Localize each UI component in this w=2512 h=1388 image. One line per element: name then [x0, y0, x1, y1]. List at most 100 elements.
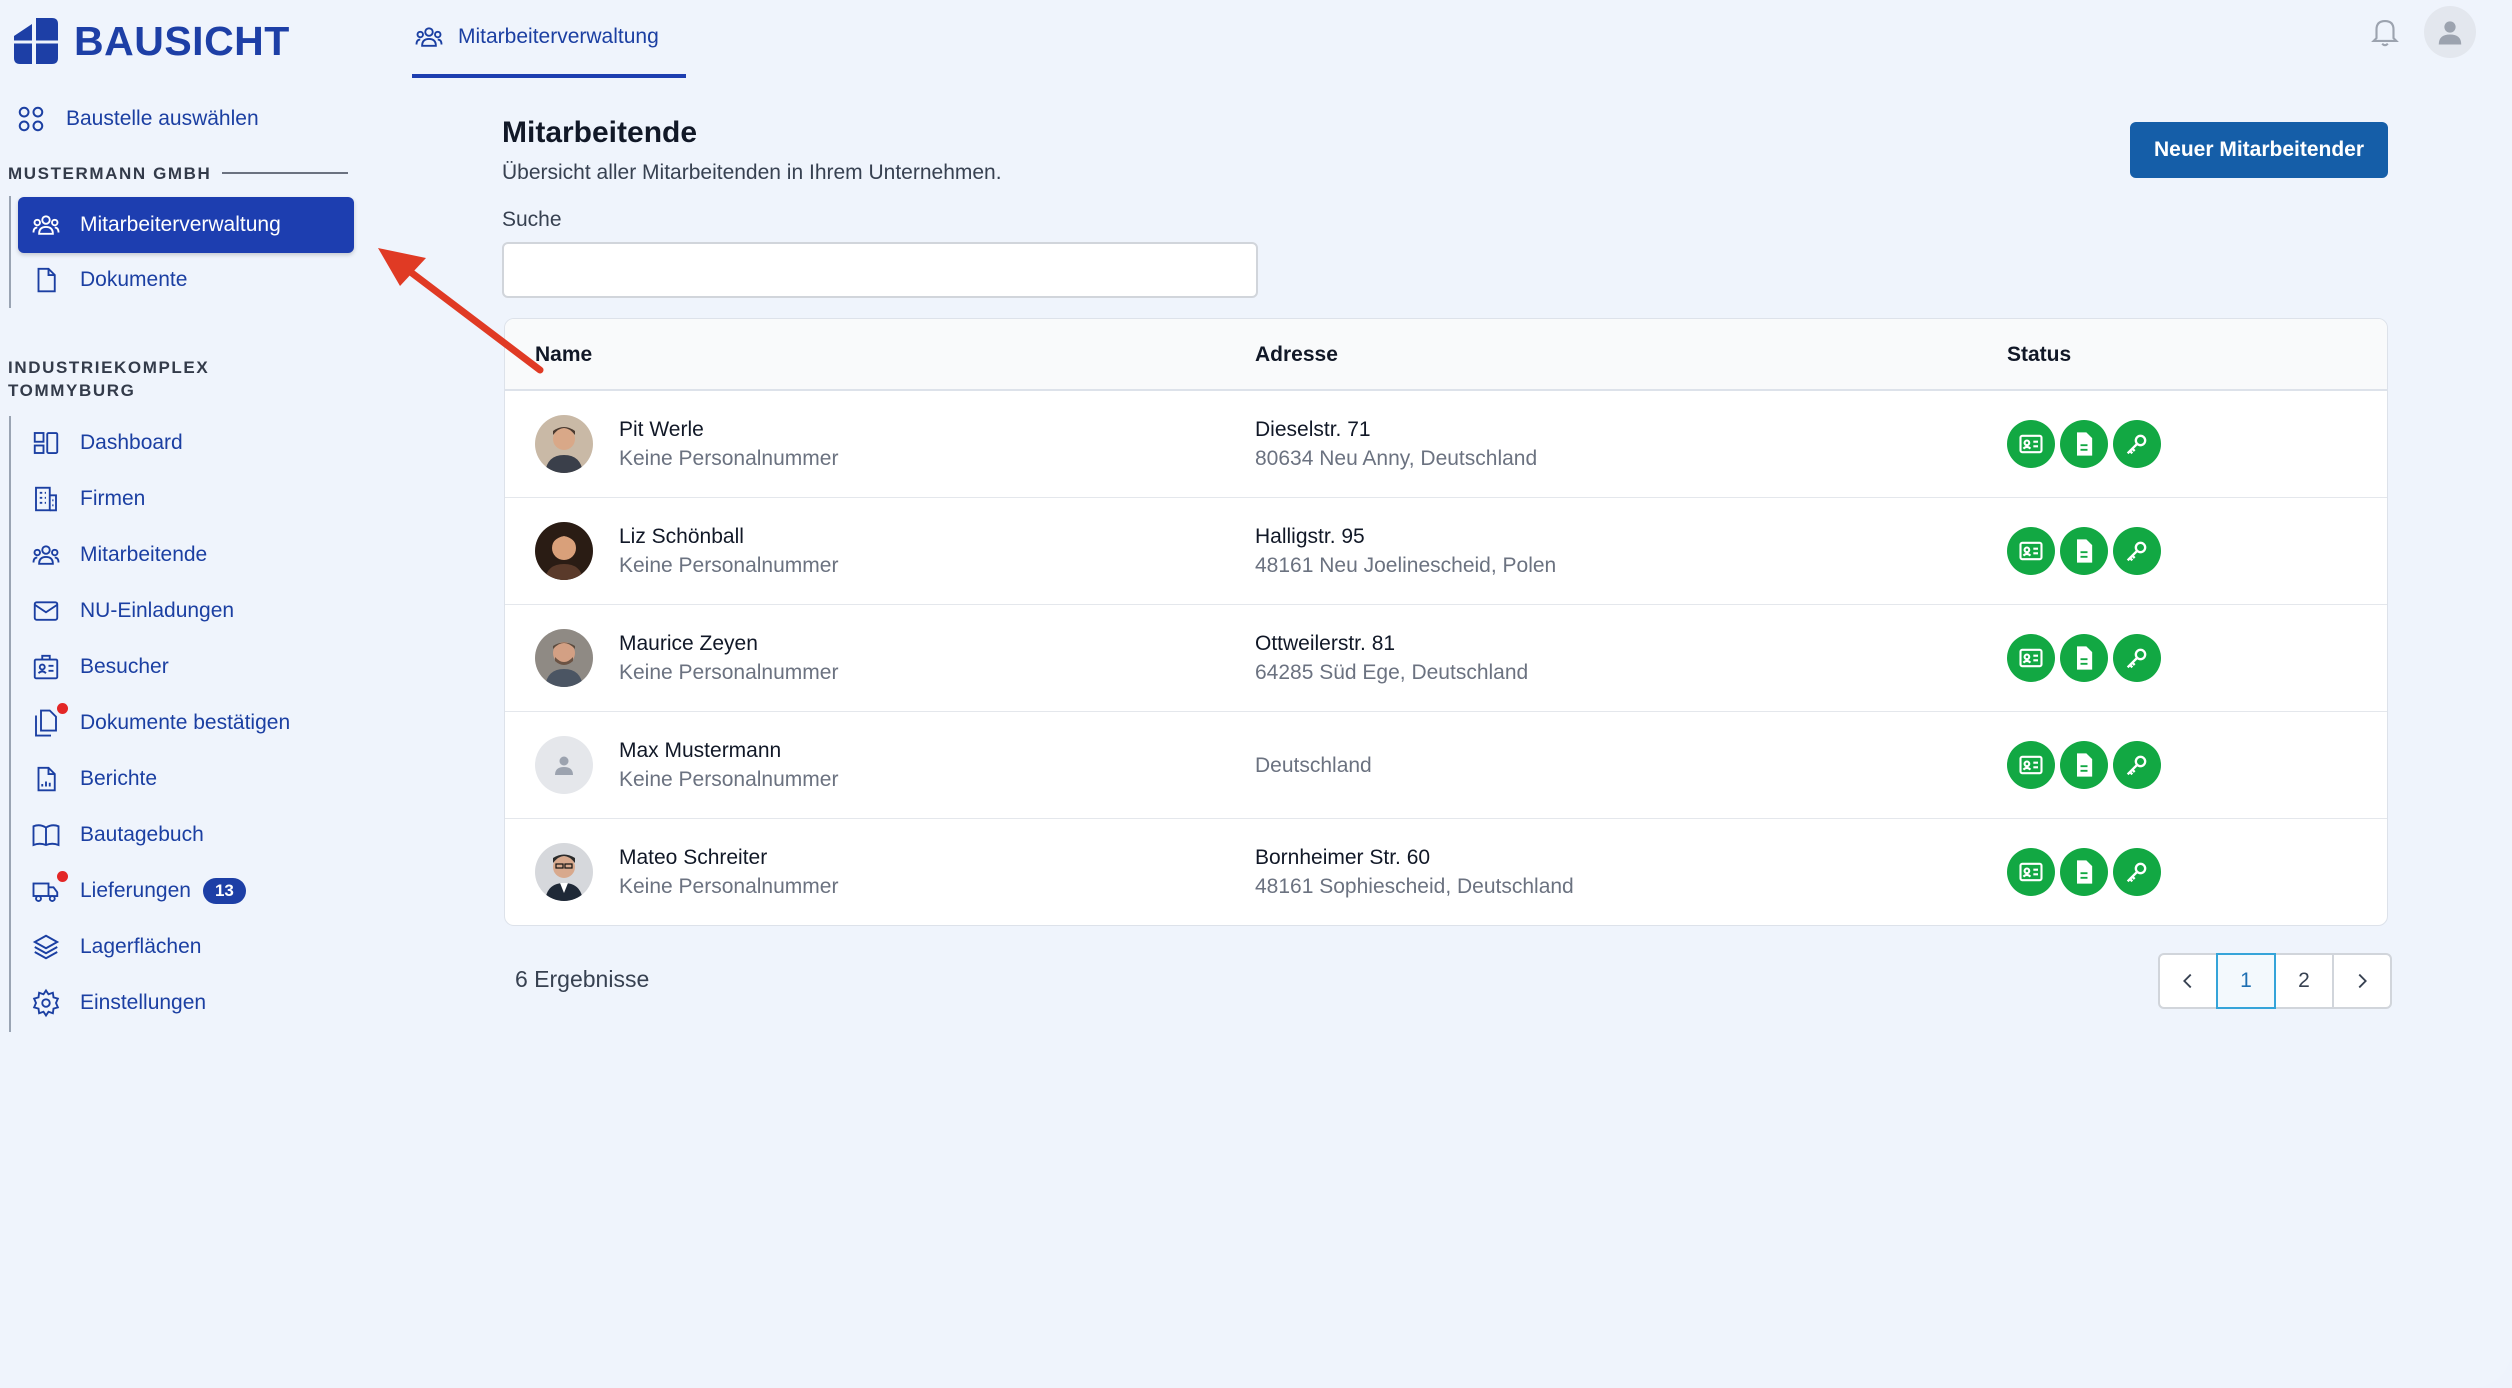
- key-icon[interactable]: [2113, 741, 2161, 789]
- pagination-page-2[interactable]: 2: [2274, 953, 2334, 1009]
- bell-icon[interactable]: [2368, 14, 2402, 48]
- logo[interactable]: BAUSICHT: [12, 16, 290, 66]
- status-icons: [2007, 741, 2161, 789]
- sidebar-item-nu-einladungen[interactable]: NU-Einladungen: [18, 583, 354, 639]
- personnel-number: Keine Personalnummer: [619, 875, 839, 898]
- sidebar-item-dokumente-bestaetigen[interactable]: Dokumente bestätigen: [18, 695, 354, 751]
- sidebar-item-label: Berichte: [80, 767, 158, 790]
- key-icon[interactable]: [2113, 634, 2161, 682]
- layers-icon: [30, 931, 62, 963]
- site-select-link[interactable]: Baustelle auswählen: [16, 104, 259, 134]
- sidebar-item-berichte[interactable]: Berichte: [18, 751, 354, 807]
- address-street: Ottweilerstr. 81: [1255, 632, 1396, 655]
- id-card-icon[interactable]: [2007, 848, 2055, 896]
- notification-dot: [57, 703, 68, 714]
- file-icon[interactable]: [2060, 848, 2108, 896]
- mail-icon: [30, 595, 62, 627]
- id-card-icon[interactable]: [2007, 741, 2055, 789]
- table-row[interactable]: Mateo Schreiter Keine Personalnummer Bor…: [505, 819, 2387, 925]
- notification-dot: [57, 871, 68, 882]
- project-label-line1: INDUSTRIEKOMPLEX: [8, 358, 210, 377]
- file-icon[interactable]: [2060, 634, 2108, 682]
- chevron-left-icon: [2183, 973, 2192, 989]
- pagination-page-1[interactable]: 1: [2216, 953, 2276, 1009]
- address-city: 48161 Neu Joelinescheid, Polen: [1255, 554, 1557, 577]
- file-icon[interactable]: [2060, 420, 2108, 468]
- annotation-arrow-icon: [378, 248, 544, 374]
- id-card-icon[interactable]: [2007, 420, 2055, 468]
- project-nav-line: [9, 416, 11, 1032]
- table-row[interactable]: Maurice Zeyen Keine Personalnummer Ottwe…: [505, 605, 2387, 712]
- employee-name: Mateo Schreiter: [619, 846, 768, 869]
- file-icon[interactable]: [2060, 527, 2108, 575]
- user-placeholder-icon: [555, 756, 573, 775]
- project-label-line2: TOMMYBURG: [8, 381, 136, 400]
- address-city: Deutschland: [1255, 754, 1372, 777]
- sidebar-item-dashboard[interactable]: Dashboard: [18, 415, 354, 471]
- employee-avatar: [535, 522, 593, 580]
- user-avatar-icon: [2438, 21, 2462, 45]
- employee-name: Pit Werle: [619, 418, 704, 441]
- sidebar-item-dokumente[interactable]: Dokumente: [18, 252, 354, 308]
- personnel-number: Keine Personalnummer: [619, 554, 839, 577]
- site-select-label: Baustelle auswählen: [66, 107, 259, 130]
- sidebar-item-einstellungen[interactable]: Einstellungen: [18, 975, 354, 1031]
- sidebar-item-label: Lagerflächen: [80, 935, 202, 958]
- search-label: Suche: [502, 208, 562, 231]
- sidebar-item-label: Dashboard: [80, 431, 183, 454]
- status-icons: [2007, 527, 2161, 575]
- employee-name: Maurice Zeyen: [619, 632, 758, 655]
- key-icon[interactable]: [2113, 527, 2161, 575]
- id-card-icon[interactable]: [2007, 527, 2055, 575]
- table-row[interactable]: Liz Schönball Keine Personalnummer Halli…: [505, 498, 2387, 605]
- sidebar-item-lieferungen[interactable]: Lieferungen 13: [18, 863, 354, 919]
- address-city: 48161 Sophiescheid, Deutschland: [1255, 875, 1574, 898]
- company-section-label: MUSTERMANN GMBH: [8, 164, 212, 183]
- logo-text: BAUSICHT: [74, 17, 290, 64]
- sidebar-item-label: Dokumente: [80, 268, 188, 291]
- id-card-icon[interactable]: [2007, 634, 2055, 682]
- page-subtitle: Übersicht aller Mitarbeitenden in Ihrem …: [502, 161, 1002, 184]
- address-street: Halligstr. 95: [1255, 525, 1365, 548]
- key-icon[interactable]: [2113, 848, 2161, 896]
- search-input[interactable]: [502, 242, 1258, 298]
- column-header-status[interactable]: Status: [2007, 343, 2071, 367]
- table-header: Name Adresse Status: [505, 319, 2387, 391]
- employee-name: Liz Schönball: [619, 525, 744, 548]
- user-avatar-button[interactable]: [2424, 6, 2476, 58]
- pagination-next-button[interactable]: [2332, 953, 2392, 1009]
- tab-mitarbeiterverwaltung[interactable]: Mitarbeiterverwaltung: [412, 0, 686, 78]
- personnel-number: Keine Personalnummer: [619, 447, 839, 470]
- section-divider: [222, 172, 348, 174]
- employee-avatar: [535, 736, 593, 794]
- sidebar-item-lagerflaechen[interactable]: Lagerflächen: [18, 919, 354, 975]
- table-row[interactable]: Max Mustermann Keine Personalnummer Deut…: [505, 712, 2387, 819]
- column-header-address[interactable]: Adresse: [1255, 343, 1338, 367]
- sidebar-item-besucher[interactable]: Besucher: [18, 639, 354, 695]
- badge-icon: [30, 651, 62, 683]
- users-icon: [30, 539, 62, 571]
- truck-icon: [30, 871, 68, 907]
- pagination-prev-button[interactable]: [2158, 953, 2218, 1009]
- table-row[interactable]: Pit Werle Keine Personalnummer Dieselstr…: [505, 391, 2387, 498]
- file-icon[interactable]: [2060, 741, 2108, 789]
- count-badge: 13: [202, 878, 246, 904]
- key-icon[interactable]: [2113, 420, 2161, 468]
- sidebar-item-bautagebuch[interactable]: Bautagebuch: [18, 807, 354, 863]
- book-icon: [30, 819, 62, 851]
- new-employee-button[interactable]: Neuer Mitarbeitender: [2130, 122, 2388, 178]
- sidebar-item-label: Lieferungen: [80, 879, 191, 902]
- employee-table: Name Adresse Status Pit Werle Keine Pers…: [504, 318, 2388, 926]
- sidebar-item-firmen[interactable]: Firmen: [18, 471, 354, 527]
- company-nav-line: [9, 196, 11, 308]
- address-city: 80634 Neu Anny, Deutschland: [1255, 447, 1538, 470]
- users-icon: [415, 27, 443, 47]
- status-icons: [2007, 848, 2161, 896]
- sidebar-item-label: Besucher: [80, 655, 169, 678]
- sidebar-item-mitarbeiterverwaltung[interactable]: Mitarbeiterverwaltung: [18, 197, 354, 253]
- sidebar-item-mitarbeitende[interactable]: Mitarbeitende: [18, 527, 354, 583]
- address-street: Bornheimer Str. 60: [1255, 846, 1431, 869]
- grid-icon: [18, 106, 44, 132]
- dashboard-icon: [30, 427, 62, 459]
- building-icon: [30, 483, 62, 515]
